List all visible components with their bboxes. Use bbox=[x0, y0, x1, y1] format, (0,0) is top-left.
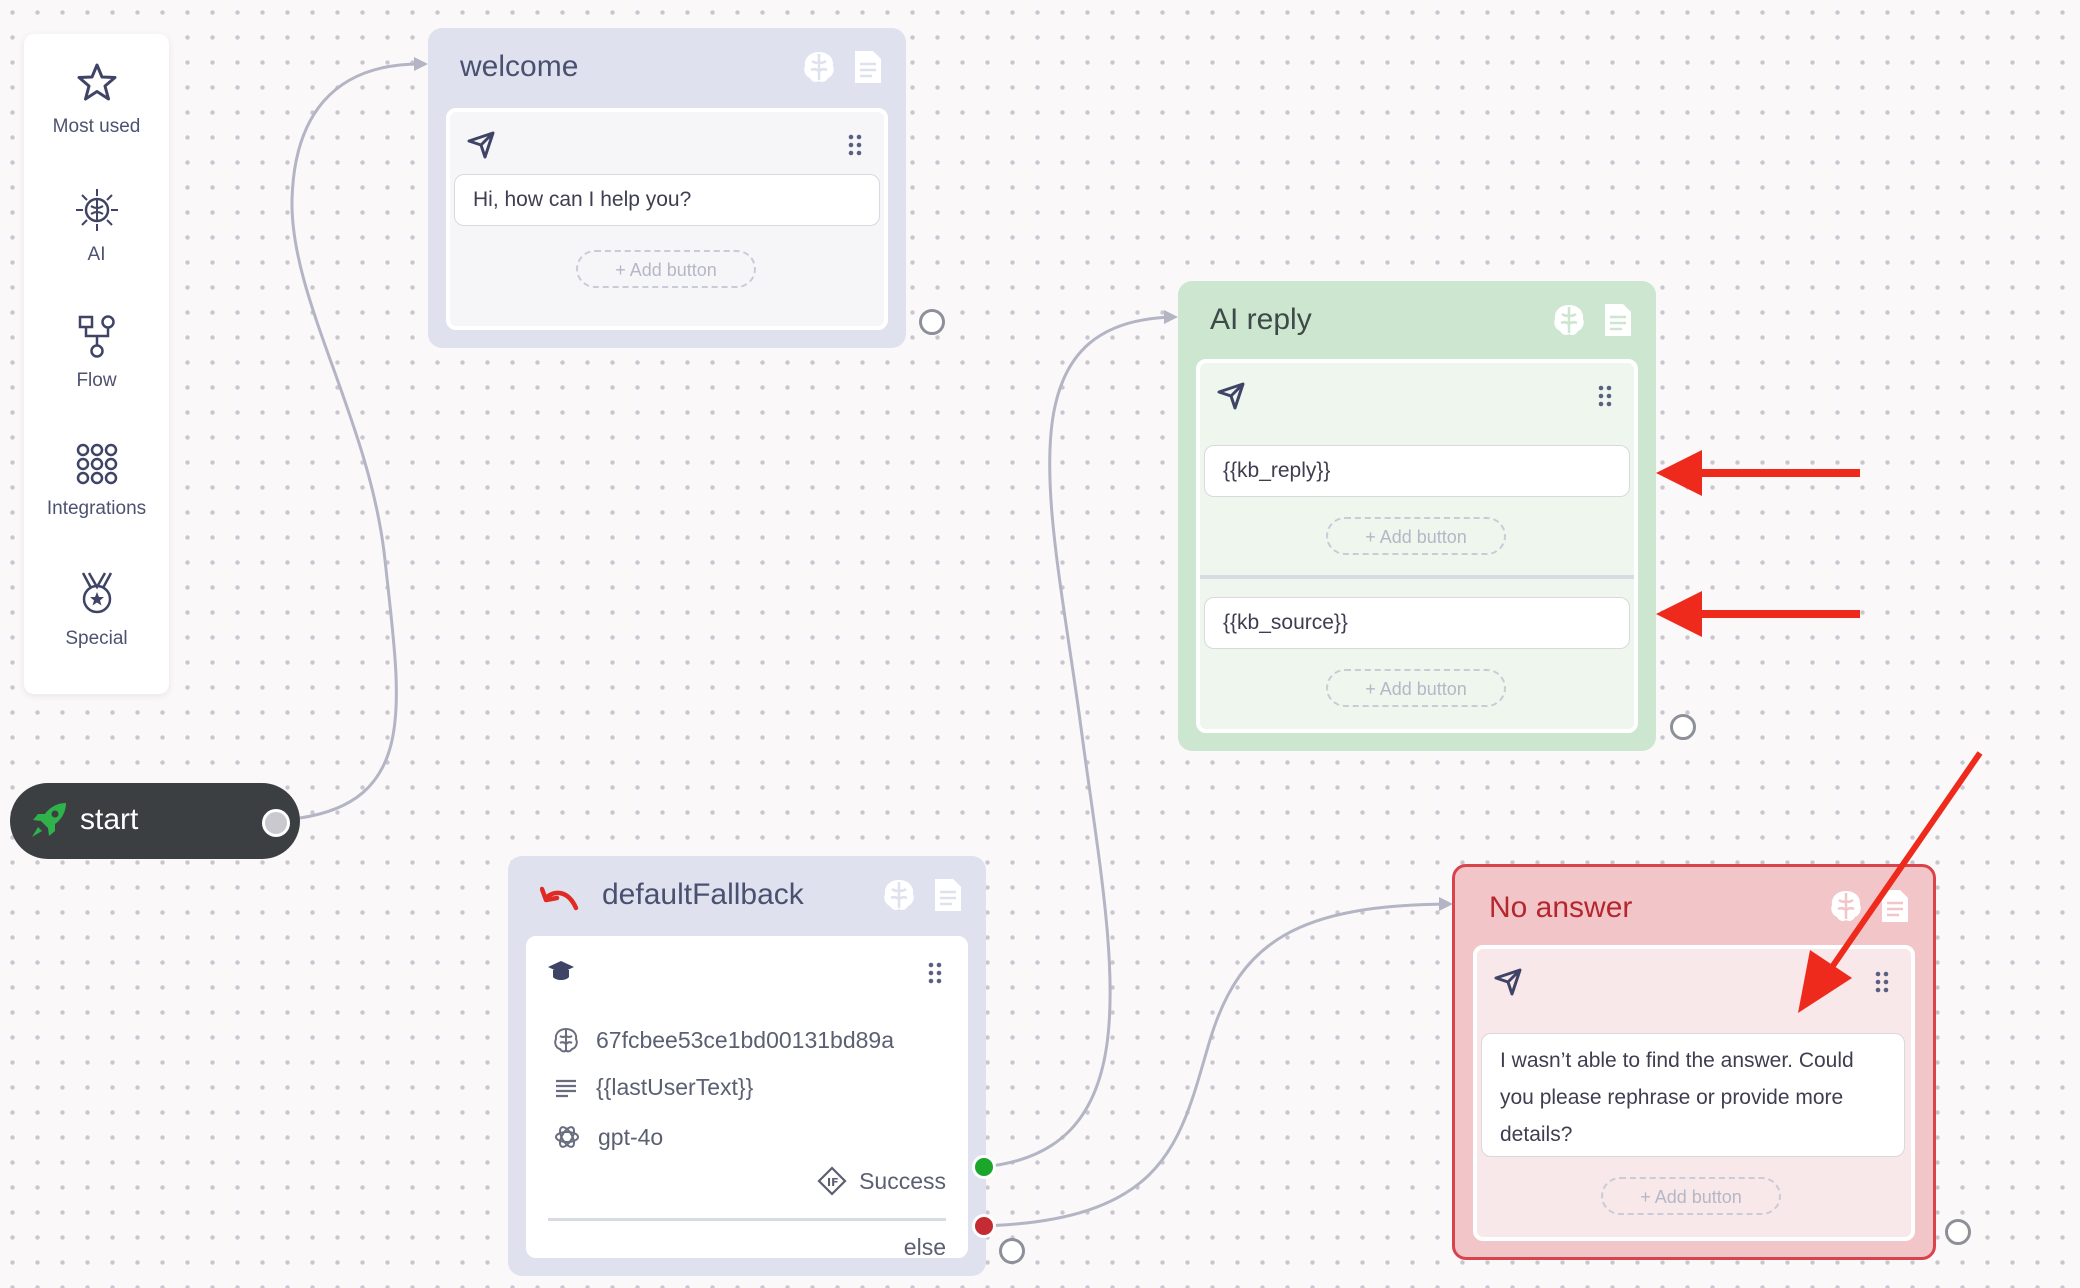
message-block: Hi, how can I help you? + Add button bbox=[446, 108, 888, 330]
else-label: else bbox=[903, 1234, 946, 1260]
edge-arrowhead bbox=[1164, 310, 1178, 324]
ai-brain-icon[interactable] bbox=[880, 876, 918, 914]
welcome-output-handle[interactable] bbox=[919, 309, 945, 335]
fallback-output-handle[interactable] bbox=[999, 1238, 1025, 1264]
palette-label: Flow bbox=[76, 370, 117, 391]
node-title: defaultFallback bbox=[602, 878, 804, 911]
ai-brain-icon[interactable] bbox=[800, 48, 838, 86]
palette-label: AI bbox=[87, 244, 106, 265]
no-answer-output-handle[interactable] bbox=[1945, 1219, 1971, 1245]
node-title: No answer bbox=[1489, 891, 1633, 924]
model-name: gpt-4o bbox=[598, 1123, 664, 1150]
drag-handle-icon[interactable] bbox=[928, 962, 942, 984]
ai-brain-icon bbox=[75, 189, 118, 231]
palette-ai[interactable]: AI bbox=[24, 186, 169, 266]
add-button[interactable]: + Add button bbox=[1601, 1177, 1781, 1215]
star-icon bbox=[77, 63, 116, 101]
node-title: AI reply bbox=[1210, 303, 1312, 336]
knowledge-base-block: 67fcbee53ce1bd00131bd89a {{lastUserText}… bbox=[526, 936, 968, 1260]
grid-dots-icon bbox=[76, 443, 117, 485]
openai-icon bbox=[555, 1126, 579, 1148]
text-lines-icon bbox=[556, 1079, 576, 1097]
graduation-cap-icon bbox=[548, 961, 574, 980]
document-icon[interactable] bbox=[932, 876, 964, 914]
document-icon[interactable] bbox=[852, 48, 884, 86]
svg-text:IF: IF bbox=[827, 1176, 839, 1189]
divider bbox=[548, 1218, 946, 1221]
drag-handle-icon[interactable] bbox=[1598, 385, 1612, 407]
welcome-node[interactable]: welcome Hi, how can I help you? + Add bu… bbox=[428, 28, 906, 348]
edge-arrowhead bbox=[1439, 897, 1453, 911]
send-icon bbox=[1217, 382, 1245, 410]
message-block: {{kb_reply}} + Add button {{kb_source}} … bbox=[1196, 359, 1638, 733]
medal-icon bbox=[81, 572, 112, 614]
flow-icon bbox=[78, 315, 115, 358]
annotation-arrow-kb-source bbox=[1656, 591, 1860, 637]
ai-reply-output-handle[interactable] bbox=[1670, 714, 1696, 740]
edge-else-to-no-answer bbox=[982, 902, 1451, 1228]
annotation-arrow-no-answer bbox=[1798, 751, 1983, 1013]
input-variable: {{lastUserText}} bbox=[596, 1074, 754, 1100]
message-text[interactable]: {{kb_source}} bbox=[1204, 597, 1630, 649]
message-text[interactable]: Hi, how can I help you? bbox=[454, 174, 880, 226]
divider bbox=[1200, 575, 1634, 579]
palette-flow[interactable]: Flow bbox=[24, 314, 169, 392]
edge-start-to-welcome bbox=[290, 62, 426, 820]
default-fallback-node[interactable]: defaultFallback 67fcbee53ce1bd00131bd89a bbox=[508, 856, 986, 1276]
node-title: welcome bbox=[460, 50, 579, 83]
palette-special[interactable]: Special bbox=[24, 570, 169, 650]
model-row: gpt-4o bbox=[552, 1122, 663, 1152]
drag-handle-icon[interactable] bbox=[848, 134, 862, 156]
if-condition-icon: IF bbox=[817, 1166, 847, 1196]
palette-label: Special bbox=[65, 628, 128, 649]
message-text[interactable]: {{kb_reply}} bbox=[1204, 445, 1630, 497]
success-output-handle[interactable] bbox=[972, 1155, 996, 1179]
input-variable-row: {{lastUserText}} bbox=[552, 1074, 753, 1101]
add-button[interactable]: + Add button bbox=[576, 250, 756, 288]
ai-brain-icon[interactable] bbox=[1550, 301, 1588, 339]
add-button[interactable]: + Add button bbox=[1326, 669, 1506, 707]
rocket-icon bbox=[32, 803, 66, 837]
annotation-arrow-kb-reply bbox=[1656, 450, 1860, 496]
success-label: Success bbox=[859, 1167, 946, 1194]
send-icon bbox=[1494, 968, 1522, 996]
edge-success-to-ai-reply bbox=[982, 315, 1176, 1169]
add-button[interactable]: + Add button bbox=[1326, 517, 1506, 555]
success-branch: IF Success bbox=[817, 1166, 946, 1196]
palette-most-used[interactable]: Most used bbox=[24, 62, 169, 138]
document-icon[interactable] bbox=[1602, 301, 1634, 339]
start-label: start bbox=[80, 803, 139, 836]
start-node[interactable]: start bbox=[10, 783, 300, 859]
palette-integrations[interactable]: Integrations bbox=[24, 442, 169, 520]
knowledge-base-id: 67fcbee53ce1bd00131bd89a bbox=[596, 1026, 895, 1053]
message-text[interactable]: I wasn’t able to find the answer. Could … bbox=[1481, 1033, 1905, 1157]
brain-icon bbox=[554, 1027, 578, 1053]
start-output-handle[interactable] bbox=[262, 809, 290, 837]
edge-arrowhead bbox=[414, 57, 428, 71]
palette-label: Most used bbox=[52, 116, 141, 137]
palette-label: Integrations bbox=[46, 498, 147, 519]
knowledge-base-row: 67fcbee53ce1bd00131bd89a bbox=[552, 1026, 894, 1054]
send-icon bbox=[467, 131, 495, 159]
ai-reply-node[interactable]: AI reply {{kb_reply}} + Add button {{kb_… bbox=[1178, 281, 1656, 751]
else-output-handle[interactable] bbox=[972, 1214, 996, 1238]
fallback-return-icon bbox=[540, 886, 579, 911]
node-palette-sidebar: Most used AI Flow Integrations Special bbox=[24, 34, 169, 694]
